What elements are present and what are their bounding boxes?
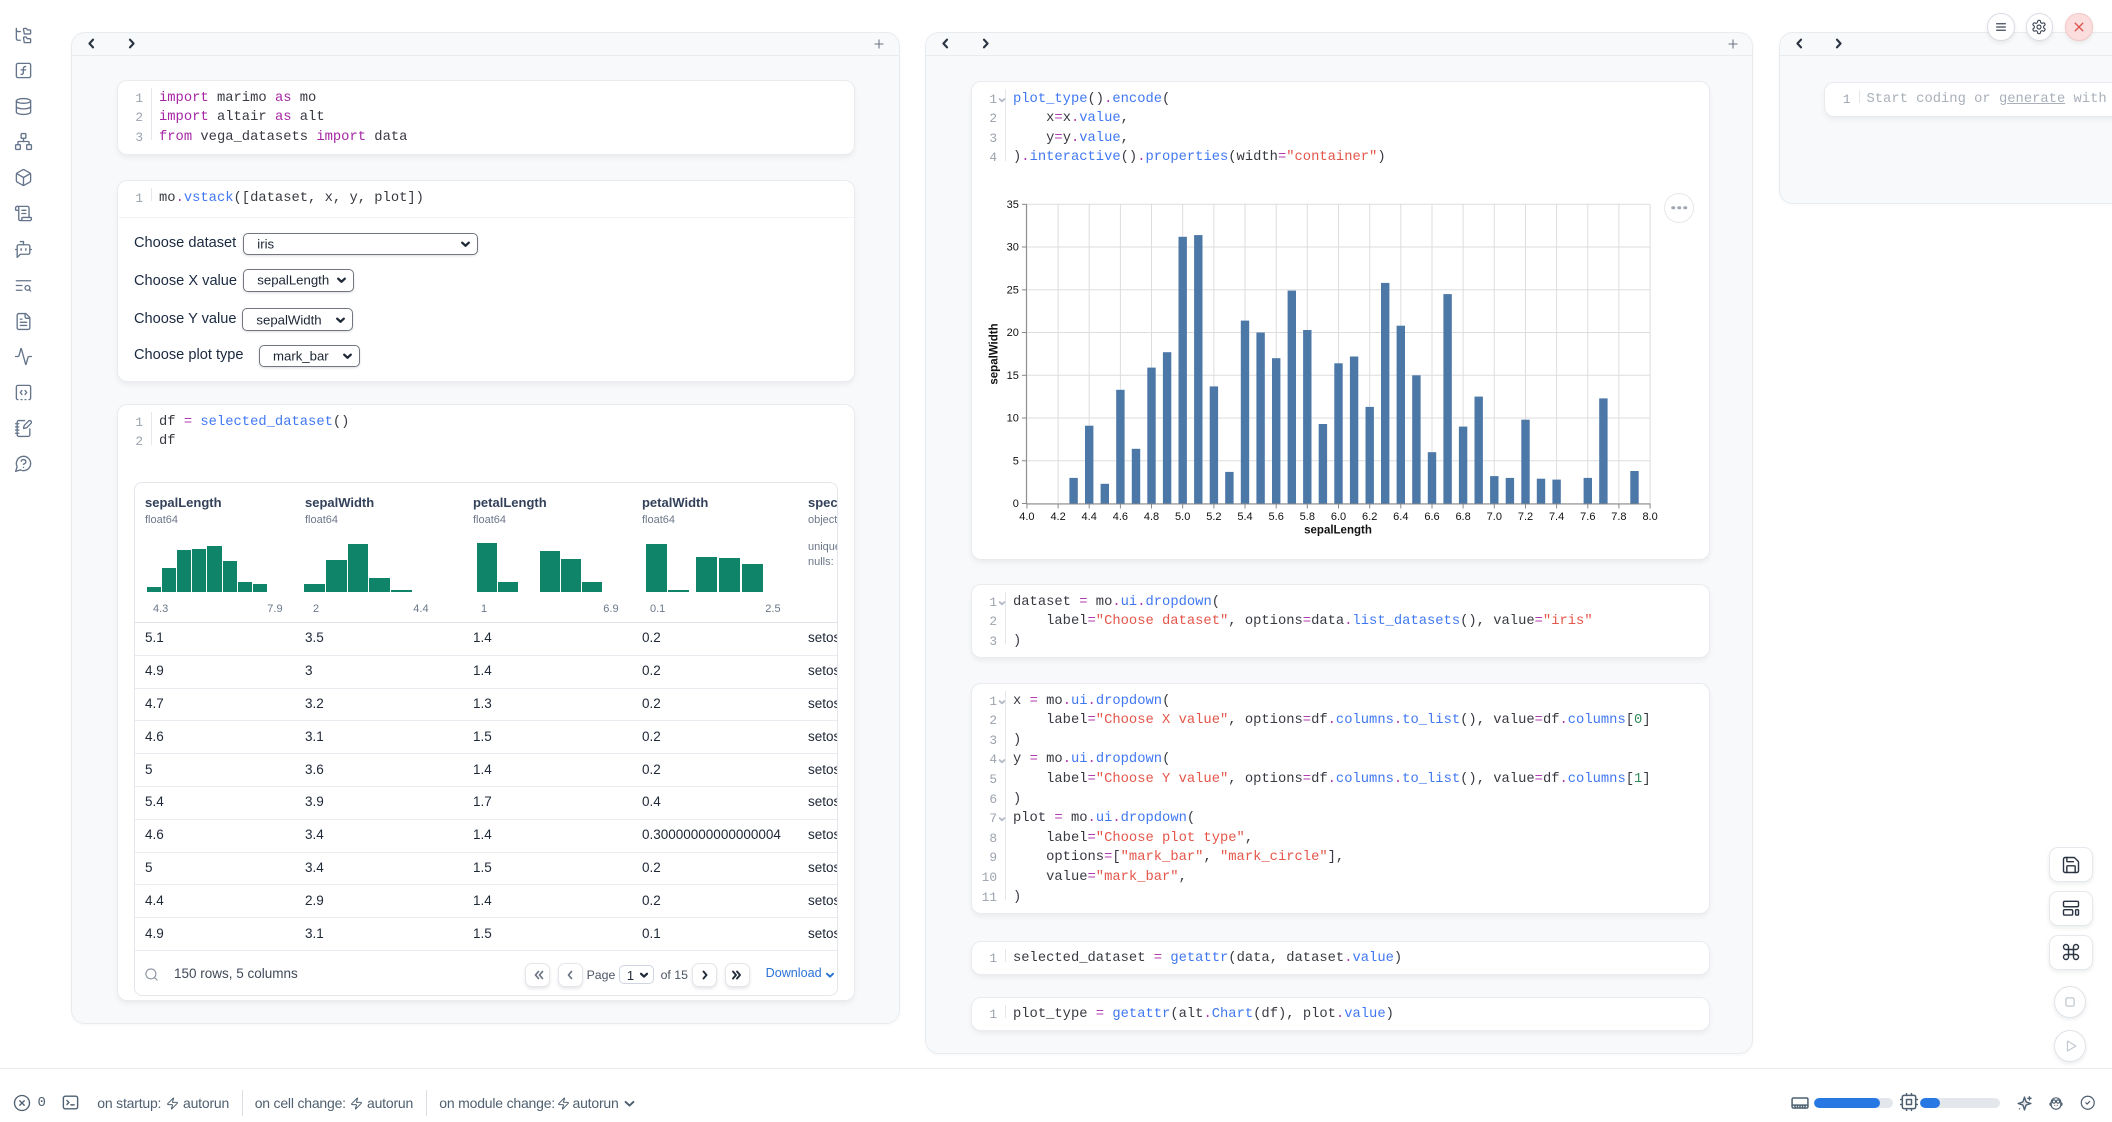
svg-text:7.2: 7.2 (1517, 511, 1532, 523)
svg-text:10: 10 (1006, 413, 1018, 425)
svg-text:5.8: 5.8 (1299, 511, 1314, 523)
svg-text:4.0: 4.0 (1019, 511, 1034, 523)
svg-text:35: 35 (1006, 199, 1018, 211)
svg-text:7.0: 7.0 (1486, 511, 1501, 523)
svg-text:4.6: 4.6 (1112, 511, 1127, 523)
svg-text:7.6: 7.6 (1580, 511, 1595, 523)
svg-text:5.2: 5.2 (1206, 511, 1221, 523)
svg-text:4.2: 4.2 (1050, 511, 1065, 523)
svg-text:5.0: 5.0 (1175, 511, 1190, 523)
svg-text:7.4: 7.4 (1548, 511, 1563, 523)
svg-text:6.0: 6.0 (1330, 511, 1345, 523)
svg-text:5.4: 5.4 (1237, 511, 1252, 523)
svg-text:0: 0 (1012, 498, 1018, 510)
svg-text:25: 25 (1006, 284, 1018, 296)
svg-text:5.6: 5.6 (1268, 511, 1283, 523)
svg-text:6.8: 6.8 (1455, 511, 1470, 523)
svg-text:4.8: 4.8 (1143, 511, 1158, 523)
svg-text:15: 15 (1006, 370, 1018, 382)
svg-text:6.2: 6.2 (1362, 511, 1377, 523)
svg-text:20: 20 (1006, 327, 1018, 339)
svg-text:7.8: 7.8 (1611, 511, 1626, 523)
svg-text:5: 5 (1012, 455, 1018, 467)
svg-text:4.4: 4.4 (1081, 511, 1096, 523)
svg-text:6.6: 6.6 (1424, 511, 1439, 523)
svg-text:sepalWidth: sepalWidth (988, 323, 1000, 384)
svg-text:6.4: 6.4 (1393, 511, 1408, 523)
svg-text:30: 30 (1006, 242, 1018, 254)
svg-text:8.0: 8.0 (1642, 511, 1657, 523)
svg-text:sepalLength: sepalLength (1304, 524, 1372, 536)
